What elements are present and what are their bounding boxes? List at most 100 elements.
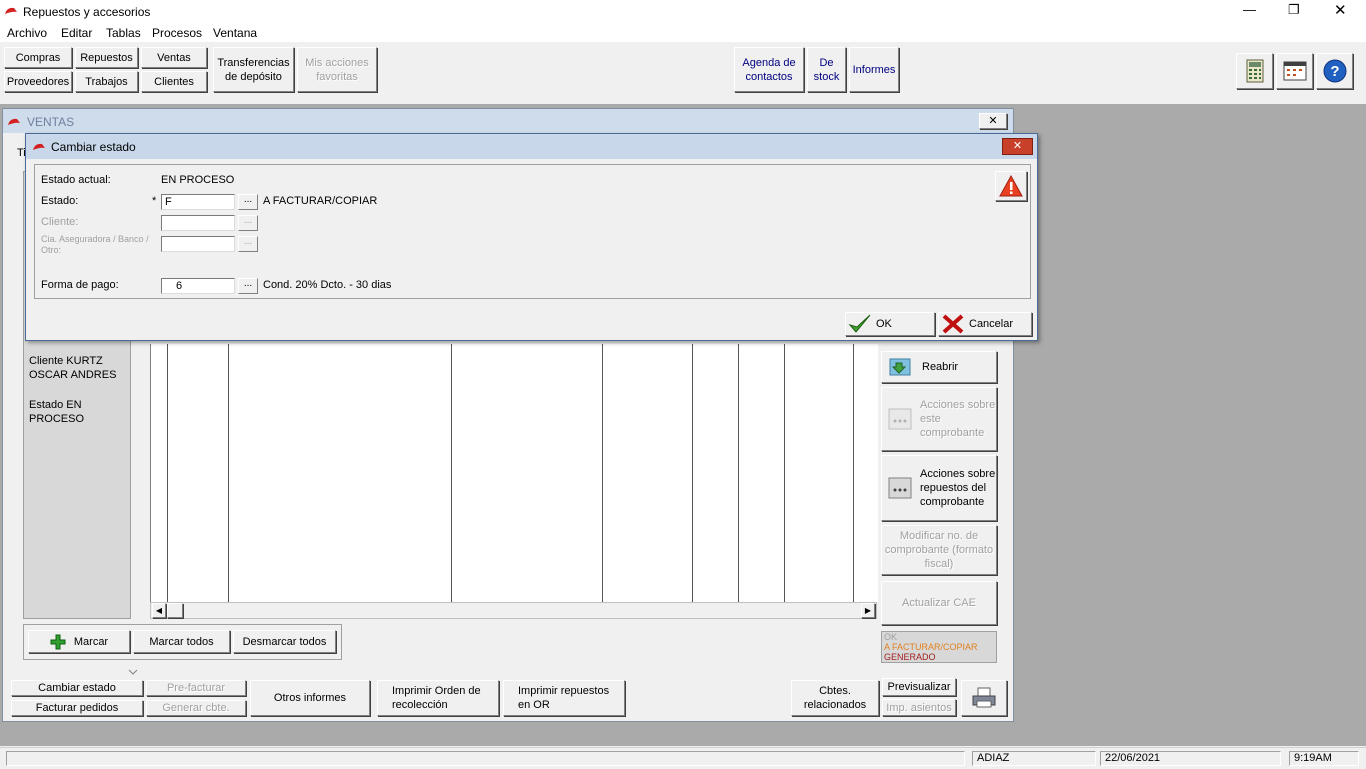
cliente-lookup-button[interactable]: ... — [238, 215, 258, 231]
informes-button[interactable]: Informes — [849, 47, 899, 92]
estado-actual-value: EN PROCESO — [161, 174, 235, 186]
calculator-icon — [1246, 59, 1263, 83]
required-mark: * — [152, 195, 157, 207]
app-title: Repuestos y accesorios — [23, 5, 151, 19]
ok-button[interactable]: OK — [845, 312, 935, 336]
legend-ok: OK — [884, 632, 898, 642]
cia-lookup-button[interactable]: ... — [238, 236, 258, 252]
scroll-thumb[interactable] — [167, 603, 183, 618]
dialog-logo-icon — [33, 143, 45, 150]
cancel-x-icon — [942, 314, 964, 334]
forma-pago-label: Forma de pago: — [41, 279, 119, 291]
app-logo-icon — [5, 7, 17, 14]
menu-procesos[interactable]: Procesos — [152, 26, 202, 40]
menu-tablas[interactable]: Tablas — [106, 26, 141, 40]
cambiar-estado-button[interactable]: Cambiar estado — [11, 680, 143, 696]
clientes-button[interactable]: Clientes — [141, 71, 207, 92]
desmarcar-todos-button[interactable]: Desmarcar todos — [233, 630, 336, 653]
warning-button[interactable] — [995, 171, 1027, 201]
imp-asientos-button[interactable]: Imp. asientos — [882, 699, 956, 716]
calendar-button[interactable] — [1276, 53, 1313, 89]
stock-button[interactable]: De stock — [807, 47, 846, 92]
grid-hscrollbar[interactable]: ◀ ▶ — [150, 602, 877, 619]
reabrir-button[interactable]: Reabrir — [881, 351, 997, 383]
scroll-right-icon[interactable]: ▶ — [861, 603, 875, 618]
svg-text:?: ? — [1330, 63, 1339, 80]
status-legend: OK A FACTURAR/COPIAR GENERADO — [881, 631, 997, 663]
acciones-comprobante-button[interactable]: Acciones sobre este comprobante — [881, 387, 997, 451]
status-bar: ADIAZ 22/06/2021 9:19AM — [0, 747, 1366, 769]
printer-icon — [972, 687, 996, 708]
menu-archivo[interactable]: Archivo — [7, 26, 47, 40]
warning-icon — [999, 175, 1023, 197]
cia-input[interactable] — [161, 236, 235, 252]
legend-generado: GENERADO — [884, 652, 936, 662]
repuestos-button[interactable]: Repuestos — [75, 47, 138, 68]
dots-icon — [888, 408, 912, 430]
ventas-logo-icon — [8, 118, 20, 125]
status-time: 9:19AM — [1289, 751, 1359, 766]
check-icon — [848, 314, 871, 333]
proveedores-button[interactable]: Proveedores — [4, 71, 72, 92]
scroll-down-icon[interactable] — [128, 668, 138, 676]
marcar-button[interactable]: Marcar — [28, 630, 130, 653]
marcar-todos-button[interactable]: Marcar todos — [133, 630, 230, 653]
cancelar-label: Cancelar — [969, 318, 1014, 330]
ok-label: OK — [876, 318, 892, 330]
cliente-input[interactable] — [161, 215, 235, 231]
mis-acciones-button[interactable]: Mis acciones favoritas — [297, 47, 377, 92]
dialog-close-button[interactable]: ✕ — [1002, 138, 1033, 155]
acciones-repuestos-label: Acciones sobre repuestos del comprobante — [920, 468, 996, 508]
transferencias-button[interactable]: Transferencias de depósito — [213, 47, 294, 92]
help-icon: ? — [1323, 59, 1346, 83]
actualizar-cae-button[interactable]: Actualizar CAE — [881, 581, 997, 625]
menu-ventana[interactable]: Ventana — [213, 26, 257, 40]
scroll-left-icon[interactable]: ◀ — [152, 603, 166, 618]
otros-informes-button[interactable]: Otros informes — [250, 680, 370, 716]
cancelar-button[interactable]: Cancelar — [938, 312, 1032, 336]
info-cliente: Cliente KURTZ OSCAR ANDRES — [29, 355, 117, 381]
status-user: ADIAZ — [972, 751, 1096, 766]
menu-editar[interactable]: Editar — [61, 26, 92, 40]
app-titlebar: Repuestos y accesorios — ❐ ✕ — [0, 0, 1366, 24]
dialog-title: Cambiar estado — [51, 140, 136, 154]
reabrir-icon — [889, 358, 911, 376]
ventas-close-button[interactable]: ✕ — [979, 113, 1007, 129]
ventas-button[interactable]: Ventas — [141, 47, 207, 68]
acciones-comprobante-label: Acciones sobre este comprobante — [920, 399, 996, 439]
generar-cbte-button[interactable]: Generar cbte. — [146, 700, 246, 716]
dots-icon — [888, 477, 912, 499]
pre-facturar-button[interactable]: Pre-facturar — [146, 680, 246, 696]
print-button[interactable] — [961, 680, 1007, 716]
close-button[interactable]: ✕ — [1334, 1, 1347, 19]
restore-button[interactable]: ❐ — [1288, 2, 1300, 18]
imprimir-orden-button[interactable]: Imprimir Orden de recolección — [377, 680, 499, 716]
calculator-button[interactable] — [1236, 53, 1273, 89]
previsualizar-button[interactable]: Previsualizar — [882, 678, 956, 696]
imprimir-repuestos-button[interactable]: Imprimir repuestos en OR — [503, 680, 625, 716]
calendar-icon — [1283, 61, 1306, 81]
forma-pago-lookup-button[interactable]: ... — [238, 278, 258, 294]
legend-facturar: A FACTURAR/COPIAR — [884, 642, 978, 652]
forma-pago-description: Cond. 20% Dcto. - 30 dias — [263, 279, 392, 291]
modificar-button[interactable]: Modificar no. de comprobante (formato fi… — [881, 525, 997, 575]
agenda-button[interactable]: Agenda de contactos — [734, 47, 804, 92]
facturar-pedidos-button[interactable]: Facturar pedidos — [11, 700, 143, 716]
menu-bar: Archivo Editar Tablas Procesos Ventana — [0, 24, 1366, 42]
plus-icon — [50, 634, 66, 649]
trabajos-button[interactable]: Trabajos — [75, 71, 138, 92]
help-button[interactable]: ? — [1316, 53, 1353, 89]
acciones-repuestos-button[interactable]: Acciones sobre repuestos del comprobante — [881, 455, 997, 521]
compras-button[interactable]: Compras — [4, 47, 72, 68]
estado-input[interactable]: F — [161, 194, 235, 210]
status-message — [6, 751, 965, 766]
info-estado: Estado EN PROCESO — [29, 399, 85, 425]
minimize-button[interactable]: — — [1243, 2, 1256, 17]
estado-description: A FACTURAR/COPIAR — [263, 195, 378, 207]
cbtes-relacionados-button[interactable]: Cbtes. relacionados — [791, 680, 879, 716]
forma-pago-input[interactable]: 6 — [161, 278, 235, 294]
reabrir-label: Reabrir — [922, 361, 959, 373]
comprobante-grid[interactable] — [150, 344, 878, 602]
cambiar-estado-dialog: Cambiar estado ✕ Estado actual: EN PROCE… — [25, 133, 1038, 341]
estado-lookup-button[interactable]: ... — [238, 194, 258, 210]
